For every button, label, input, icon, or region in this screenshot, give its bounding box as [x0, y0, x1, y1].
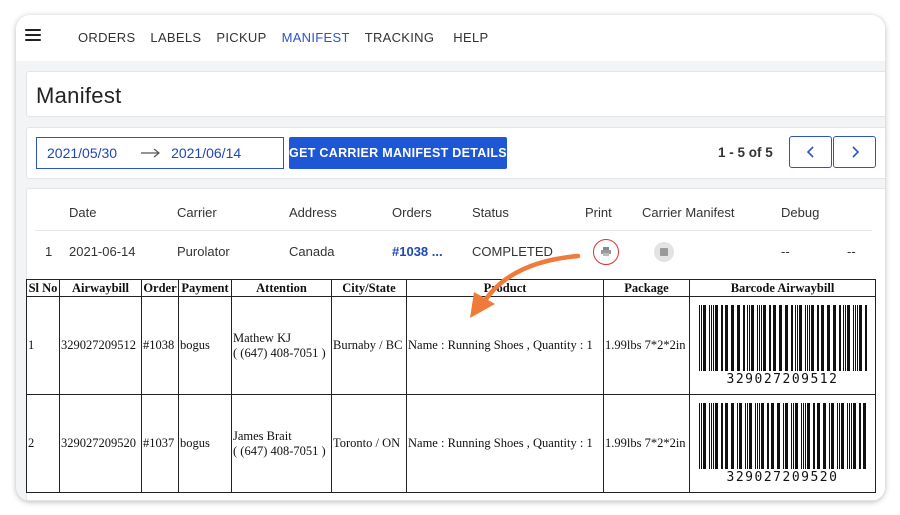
attention-name: James Brait — [233, 428, 292, 443]
row-address: Canada — [289, 244, 335, 259]
cell-attention: Mathew KJ ( (647) 408-7051 ) — [231, 296, 332, 395]
cell-airwaybill: 329027209520 — [59, 394, 142, 493]
nav-pickup[interactable]: PICKUP — [216, 30, 266, 45]
col-status: Status — [472, 205, 509, 220]
cell-payment: bogus — [178, 296, 232, 395]
cell-package: 1.99lbs 7*2*2in — [603, 394, 690, 493]
manifest-print-table: Sl No Airwaybill Order Payment Attention… — [26, 279, 876, 493]
title-card: Manifest — [26, 71, 885, 117]
barcode-number: 329027209512 — [726, 371, 839, 387]
nav-orders[interactable]: ORDERS — [78, 30, 135, 45]
cell-airwaybill: 329027209512 — [59, 296, 142, 395]
table-row: 2 329027209520 #1037 bogus James Brait (… — [26, 394, 876, 493]
mh-order: Order — [141, 279, 179, 297]
row-carrier: Purolator — [177, 244, 230, 259]
filter-card: 2021/05/30 2021/06/14 GET CARRIER MANIFE… — [26, 127, 885, 179]
table-row: 1 329027209512 #1038 bogus Mathew KJ ( (… — [26, 296, 876, 395]
col-orders: Orders — [392, 205, 432, 220]
nav-manifest[interactable]: MANIFEST — [282, 30, 350, 45]
pagination-text: 1 - 5 of 5 — [718, 145, 773, 160]
mh-product: Product — [406, 279, 604, 297]
cell-sl: 1 — [26, 296, 60, 395]
cell-product: Name : Running Shoes , Quantity : 1 — [406, 296, 604, 395]
cell-city: Burnaby / BC — [331, 296, 407, 395]
nav-tracking[interactable]: TRACKING — [365, 30, 435, 45]
row-debug: -- — [781, 244, 790, 259]
top-nav-bar: ORDERS LABELS PICKUP MANIFEST TRACKING H… — [16, 15, 885, 61]
mh-city: City/State — [331, 279, 407, 297]
date-start[interactable]: 2021/05/30 — [47, 145, 117, 161]
row-status: COMPLETED — [472, 244, 553, 259]
col-debug: Debug — [781, 205, 820, 220]
nav-help[interactable]: HELP — [453, 30, 488, 45]
prev-page-button[interactable] — [789, 136, 832, 168]
barcode-image — [698, 304, 867, 371]
hamburger-menu-icon[interactable] — [25, 29, 41, 41]
print-button[interactable] — [593, 239, 619, 265]
mh-sl: Sl No — [26, 279, 60, 297]
col-print: Print — [585, 205, 612, 220]
cell-package: 1.99lbs 7*2*2in — [603, 296, 690, 395]
cell-barcode: 329027209512 — [689, 296, 876, 395]
mh-airwaybill: Airwaybill — [59, 279, 142, 297]
attention-name: Mathew KJ — [233, 330, 291, 345]
cell-city: Toronto / ON — [331, 394, 407, 493]
barcode-number: 329027209520 — [726, 469, 839, 485]
chevron-right-icon — [851, 146, 859, 158]
arrow-right-icon — [141, 148, 161, 158]
printer-icon — [601, 247, 611, 256]
row-date: 2021-06-14 — [69, 244, 136, 259]
col-carrier-manifest: Carrier Manifest — [642, 205, 735, 220]
row-orders-link[interactable]: #1038 ... — [392, 244, 443, 259]
main-nav: ORDERS LABELS PICKUP MANIFEST TRACKING H… — [78, 30, 503, 45]
col-address: Address — [289, 205, 337, 220]
next-page-button[interactable] — [833, 136, 876, 168]
page-title: Manifest — [36, 83, 122, 108]
date-range-picker[interactable]: 2021/05/30 2021/06/14 — [36, 137, 284, 169]
mh-attention: Attention — [231, 279, 332, 297]
mh-payment: Payment — [178, 279, 232, 297]
manifest-header-row: Sl No Airwaybill Order Payment Attention… — [26, 279, 876, 297]
mh-package: Package — [603, 279, 690, 297]
header-divider — [35, 230, 872, 231]
barcode-image — [698, 402, 866, 469]
cell-sl: 2 — [26, 394, 60, 493]
chevron-left-icon — [806, 146, 814, 158]
cell-attention: James Brait ( (647) 408-7051 ) — [231, 394, 332, 493]
attention-phone: ( (647) 408-7051 ) — [233, 443, 326, 458]
cell-product: Name : Running Shoes , Quantity : 1 — [406, 394, 604, 493]
mh-barcode: Barcode Airwaybill — [689, 279, 876, 297]
col-date: Date — [69, 205, 97, 220]
row-index: 1 — [45, 244, 53, 259]
nav-labels[interactable]: LABELS — [150, 30, 201, 45]
date-end[interactable]: 2021/06/14 — [171, 145, 241, 161]
attention-phone: ( (647) 408-7051 ) — [233, 345, 326, 360]
col-carrier: Carrier — [177, 205, 217, 220]
cell-order: #1037 — [141, 394, 179, 493]
carrier-manifest-icon[interactable] — [654, 242, 674, 262]
get-carrier-manifest-button[interactable]: GET CARRIER MANIFEST DETAILS — [289, 137, 507, 169]
cell-order: #1038 — [141, 296, 179, 395]
results-header: Date Carrier Address Orders Status Print… — [35, 205, 872, 231]
row-extra: -- — [847, 244, 856, 259]
table-row: 1 2021-06-14 Purolator Canada #1038 ... … — [35, 244, 872, 264]
cell-barcode: 329027209520 — [689, 394, 876, 493]
cell-payment: bogus — [178, 394, 232, 493]
